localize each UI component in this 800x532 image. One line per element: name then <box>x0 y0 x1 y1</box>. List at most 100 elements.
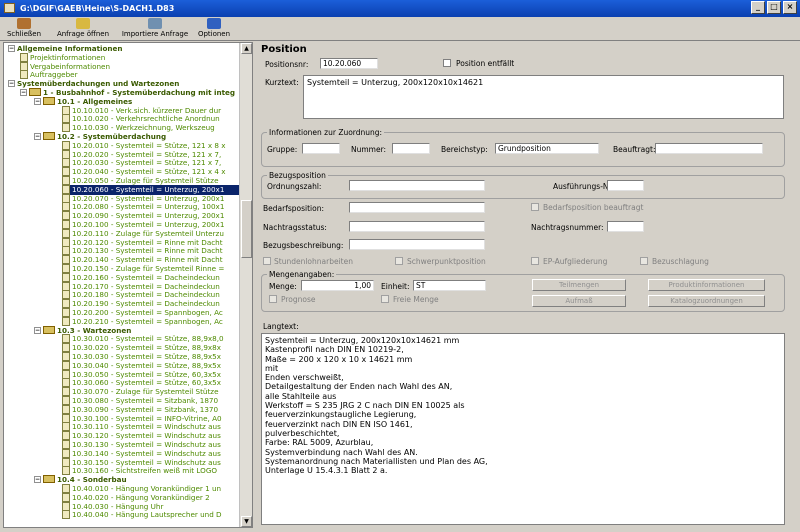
position-entfaellt-label: Position entfällt <box>456 59 515 68</box>
options-icon <box>207 18 221 29</box>
document-icon <box>62 281 70 291</box>
ausfuehrungs-label: Ausführungs-Nr: <box>553 182 614 191</box>
maximize-button[interactable]: □ <box>767 1 781 14</box>
position-form: Position Positionsnr: 10.20.060 Position… <box>257 42 797 528</box>
tree-item-label: 10.30.100 - Systemteil = INFO-Vitrine, A… <box>72 413 222 423</box>
tree-item-label: 10.30.150 - Systemteil = Windschutz aus <box>72 457 221 467</box>
menge-field[interactable]: 1,00 <box>301 280 374 291</box>
tree-item-label: 10.40.020 - Hängung Vorankündiger 2 <box>72 492 210 502</box>
options-button[interactable]: Optionen <box>194 17 234 41</box>
nummer-field[interactable] <box>392 143 430 154</box>
bezuschlagung-checkbox[interactable] <box>640 257 648 265</box>
gruppe-field[interactable] <box>302 143 340 154</box>
tree-item-label: 1 - Busbahnhof - Systemüberdachung mit i… <box>43 88 236 97</box>
minimize-button[interactable]: _ <box>751 1 765 14</box>
page-title: Position <box>261 44 307 55</box>
tree-item-label: 10.20.100 - Systemteil = Unterzug, 200x1 <box>72 220 225 229</box>
tree-item-label: 10.3 - Wartezonen <box>57 325 132 335</box>
ep-aufgliederung-label: EP-Aufgliederung <box>543 257 608 266</box>
zuordnung-title: Informationen zur Zuordnung: <box>267 128 385 137</box>
position-tree[interactable]: − Allgemeine Informationen Projektinformat… <box>3 42 253 528</box>
stundenlohn-checkbox[interactable] <box>263 257 271 265</box>
einheit-field[interactable]: ST <box>413 280 486 291</box>
ausfuehrungs-field[interactable] <box>607 180 644 191</box>
scroll-down-icon[interactable]: ▼ <box>241 516 252 527</box>
document-icon <box>62 220 70 229</box>
prognose-checkbox[interactable] <box>269 295 277 303</box>
folder-icon <box>43 475 55 484</box>
document-icon <box>62 352 70 361</box>
bedarf-beauftragt-checkbox[interactable] <box>531 203 539 211</box>
close-button[interactable]: × <box>783 1 797 14</box>
tree-item-label: 10.30.130 - Systemteil = Windschutz aus <box>72 440 221 449</box>
close-toolbar-button[interactable]: Schließen <box>4 17 44 41</box>
document-icon <box>62 123 70 133</box>
import-request-button[interactable]: Importiere Anfrage <box>120 17 190 41</box>
bedarf-field[interactable] <box>349 202 485 213</box>
tree-item-label: 10.30.020 - Systemteil = Stütze, 88,9x8x <box>72 343 221 353</box>
tree-item-label: 10.20.180 - Systemteil = Dacheindeckun <box>72 290 220 300</box>
produktinformationen-button[interactable]: Produktinformationen <box>648 279 765 291</box>
document-icon <box>62 299 70 309</box>
tree-item-label: 10.30.110 - Systemteil = Windschutz aus <box>72 422 221 432</box>
katalogzuordnungen-button[interactable]: Katalogzuordnungen <box>648 295 765 307</box>
bereichstyp-field[interactable]: Grundposition <box>495 143 599 154</box>
tree-item-label: 10.30.080 - Systemteil = Sitzbank, 1870 <box>72 396 219 405</box>
document-icon <box>62 114 70 124</box>
import-icon <box>148 18 162 29</box>
document-icon <box>62 360 70 370</box>
tree-item-label: 10.20.120 - Systemteil = Rinne mit Dacht <box>72 237 223 247</box>
schwerpunkt-checkbox[interactable] <box>395 257 403 265</box>
tree-item-label: 10.20.200 - Systemteil = Spannbogen, Ac <box>72 308 223 317</box>
tree-scrollbar[interactable]: ▲ ▼ <box>239 43 252 527</box>
toolbar: Schließen Anfrage öffnen Importiere Anfr… <box>0 17 800 41</box>
collapse-icon[interactable]: − <box>34 97 41 105</box>
bezugsbeschreibung-field[interactable] <box>349 239 485 250</box>
kurztext-field[interactable]: Systemteil = Unterzug, 200x120x10x14621 <box>303 75 784 119</box>
position-entfaellt-checkbox[interactable] <box>443 59 451 67</box>
collapse-icon[interactable]: − <box>34 133 41 140</box>
open-request-button[interactable]: Anfrage öffnen <box>54 17 112 41</box>
document-icon <box>62 176 70 185</box>
document-icon <box>62 211 70 221</box>
scroll-thumb[interactable] <box>241 200 252 258</box>
document-icon <box>62 510 70 520</box>
freie-menge-checkbox[interactable] <box>381 295 389 303</box>
tree-item-label: 10.10.030 - Werkzeichnung, Werkszeug <box>72 123 215 133</box>
beauftragt-field[interactable] <box>655 143 763 154</box>
positionsnr-field[interactable]: 10.20.060 <box>320 58 378 69</box>
collapse-icon[interactable]: − <box>8 45 15 52</box>
scroll-up-icon[interactable]: ▲ <box>241 43 252 54</box>
tree-item-label: 10.20.050 - Zulage für Systemteil Stütze <box>72 176 219 185</box>
nachtragsstatus-field[interactable] <box>349 221 485 232</box>
tree-item-label: 10.20.090 - Systemteil = Unterzug, 200x1 <box>72 211 225 221</box>
document-icon <box>62 413 70 423</box>
tree-item-label: 10.2 - Systemüberdachung <box>57 132 167 141</box>
folder-icon <box>43 132 55 140</box>
tree-item-label: 10.30.010 - Systemteil = Stütze, 88,9x8,… <box>72 334 224 344</box>
collapse-icon[interactable]: − <box>8 80 15 88</box>
collapse-icon[interactable]: − <box>34 476 41 484</box>
tree-item-label: 10.20.150 - Zulage für Systemteil Rinne … <box>72 264 225 273</box>
tree-item-label: 10.40.030 - Hängung Uhr <box>72 501 164 511</box>
bezug-group <box>261 175 785 199</box>
teilmengen-button[interactable]: Teilmengen <box>532 279 626 291</box>
ep-aufgliederung-checkbox[interactable] <box>531 257 539 265</box>
tree-item[interactable]: 10.40.040 - Hängung Lautsprecher und D <box>62 510 239 520</box>
collapse-icon[interactable]: − <box>20 89 27 96</box>
ordnungszahl-field[interactable] <box>349 180 485 191</box>
bezuschlagung-label: Bezuschlagung <box>652 257 709 266</box>
positionsnr-label: Positionsnr: <box>265 60 309 69</box>
tree-item-label: Auftraggeber <box>30 70 78 80</box>
collapse-icon[interactable]: − <box>34 326 41 334</box>
einheit-label: Einheit: <box>381 282 410 291</box>
tree-item-label: 10.30.160 - Sichtstreifen weiß mit LOGO <box>72 466 218 476</box>
tree-item-label: 10.20.060 - Systemteil = Unterzug, 200x1 <box>72 184 225 194</box>
aufmass-button[interactable]: Aufmaß <box>532 295 626 307</box>
app-icon <box>4 3 15 13</box>
document-icon <box>62 290 70 300</box>
langtext-field[interactable]: Systemteil = Unterzug, 200x120x10x14621 … <box>261 333 785 525</box>
tree-item-label: 10.30.050 - Systemteil = Stütze, 60,3x5x <box>72 369 221 379</box>
tree-item-label: 10.20.070 - Systemteil = Unterzug, 200x1 <box>72 193 225 203</box>
nachtragsnummer-field[interactable] <box>607 221 644 232</box>
